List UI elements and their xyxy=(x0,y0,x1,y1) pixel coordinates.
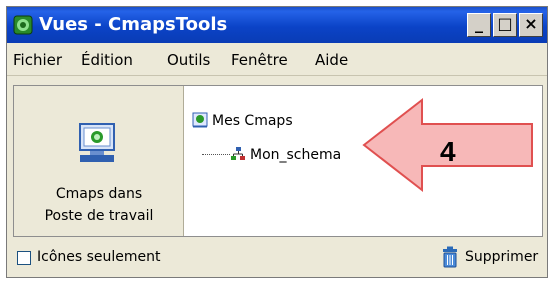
title-bar[interactable]: Vues - CmapsTools _ □ × xyxy=(7,7,547,43)
left-label-line1: Cmaps dans xyxy=(55,186,143,202)
minimize-button[interactable]: _ xyxy=(467,13,491,37)
tree-label-root: Mes Cmaps xyxy=(212,113,293,129)
tree-connector xyxy=(202,154,230,155)
close-button[interactable]: × xyxy=(519,13,543,37)
computer-icon xyxy=(79,123,115,162)
bottom-toolbar: Icônes seulement Supprimer xyxy=(13,241,543,275)
menu-bar: Fichier Édition Outils Fenêtre Aide xyxy=(7,45,547,76)
window-title: Vues - CmapsTools xyxy=(39,14,228,35)
icons-only-label[interactable]: Icônes seulement xyxy=(37,249,161,265)
tree-label-child: Mon_schema xyxy=(250,147,342,163)
cmap-folder-icon xyxy=(192,112,208,128)
icons-only-checkbox[interactable] xyxy=(17,251,31,265)
tree-item-mes-cmaps[interactable]: Mes Cmaps xyxy=(192,112,293,130)
callout-number: 4 xyxy=(440,136,456,167)
menu-outils[interactable]: Outils xyxy=(167,51,210,69)
left-label-line2: Poste de travail xyxy=(44,208,154,224)
menu-fenetre[interactable]: Fenêtre xyxy=(231,51,288,69)
menu-aide[interactable]: Aide xyxy=(315,51,348,69)
my-computer-shortcut[interactable]: Cmaps dans Poste de travail xyxy=(14,86,184,236)
cmap-file-icon xyxy=(231,147,245,160)
maximize-button[interactable]: □ xyxy=(493,13,517,37)
delete-button[interactable]: Supprimer xyxy=(465,249,538,265)
menu-fichier[interactable]: Fichier xyxy=(13,51,62,69)
trash-icon[interactable] xyxy=(441,246,459,268)
menu-edition[interactable]: Édition xyxy=(81,51,133,69)
tree-item-mon-schema[interactable]: Mon_schema xyxy=(230,146,341,164)
cmaptools-app-icon xyxy=(13,15,33,35)
